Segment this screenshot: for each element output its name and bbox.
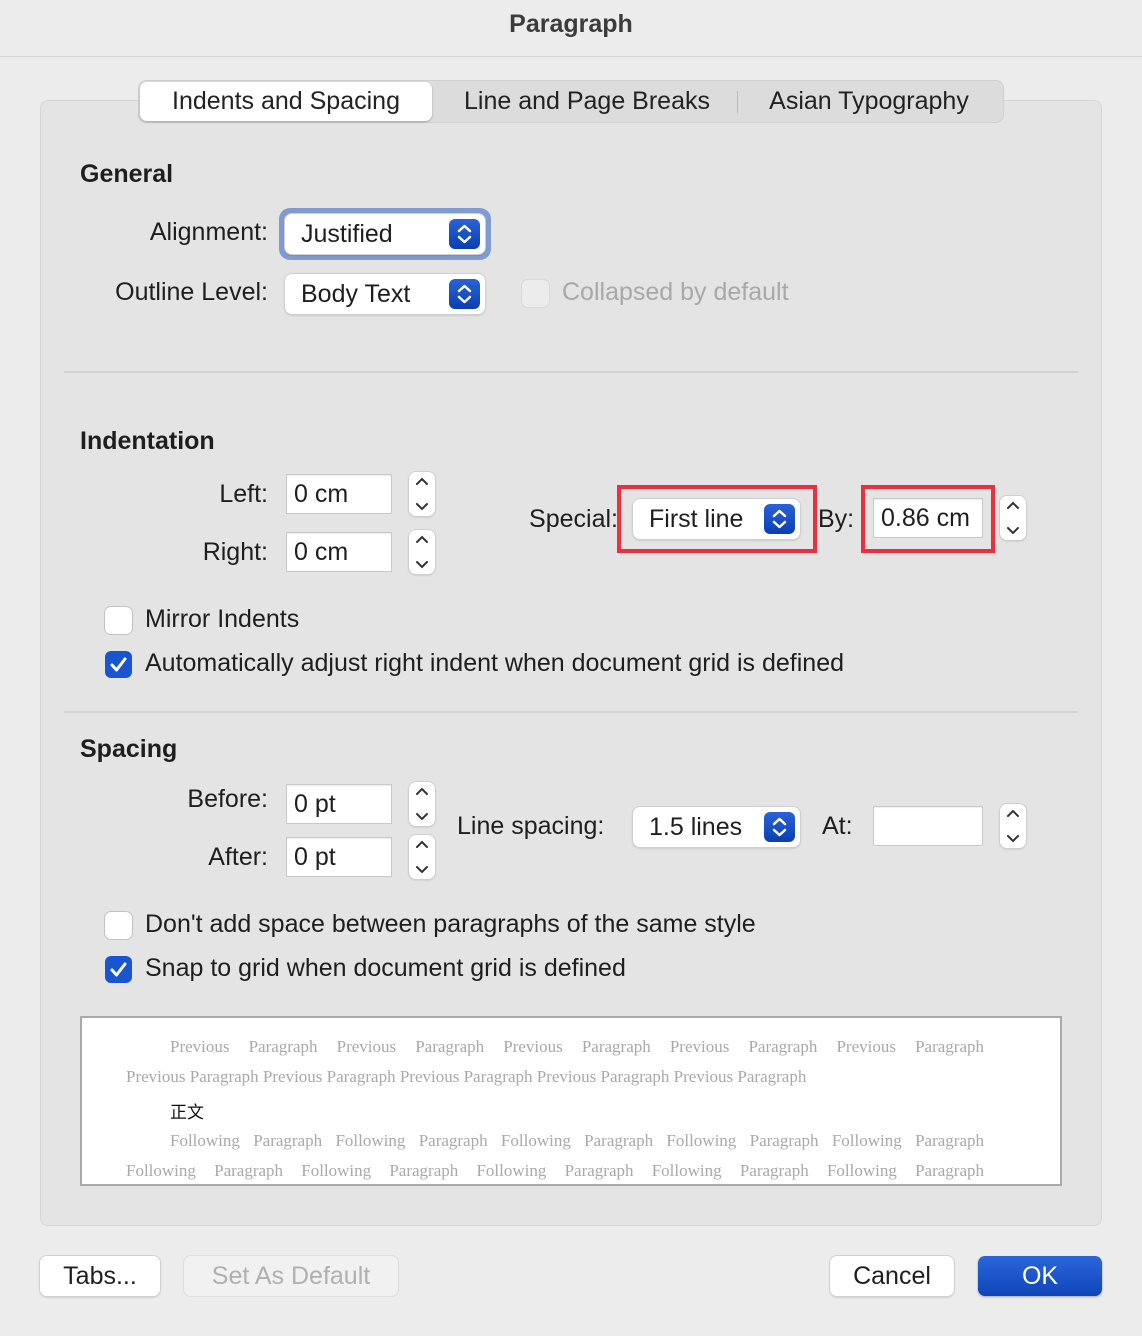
left-indent-stepper[interactable] bbox=[409, 472, 435, 516]
indentation-heading: Indentation bbox=[80, 427, 215, 455]
after-input[interactable]: 0 pt bbox=[286, 837, 392, 877]
preview-previous-line: Previous Paragraph Previous Paragraph Pr… bbox=[126, 1067, 807, 1086]
checkmark-icon bbox=[110, 962, 127, 977]
collapsed-checkbox[interactable] bbox=[522, 280, 549, 307]
at-input[interactable] bbox=[873, 806, 983, 846]
after-label: After: bbox=[208, 843, 268, 871]
at-label: At: bbox=[822, 812, 853, 840]
before-label: Before: bbox=[187, 785, 268, 813]
title-divider bbox=[0, 56, 1142, 57]
mirror-indents-checkbox[interactable] bbox=[105, 607, 132, 634]
general-heading: General bbox=[80, 160, 174, 188]
tab-indents-and-spacing[interactable]: Indents and Spacing bbox=[140, 82, 432, 121]
spacing-heading: Spacing bbox=[80, 735, 178, 763]
outline-level-select[interactable]: Body Text bbox=[285, 274, 485, 314]
alignment-label: Alignment: bbox=[149, 218, 268, 246]
checkmark-icon bbox=[110, 657, 127, 672]
window-title: Paragraph bbox=[509, 10, 633, 38]
outline-level-value: Body Text bbox=[301, 280, 411, 308]
outline-level-label: Outline Level: bbox=[115, 278, 268, 306]
by-label: By: bbox=[818, 505, 855, 533]
tab-line-and-page-breaks[interactable]: Line and Page Breaks bbox=[439, 81, 735, 122]
after-stepper[interactable] bbox=[409, 835, 435, 879]
snap-to-grid-checkbox[interactable] bbox=[105, 956, 132, 983]
paragraph-preview: Previous Paragraph Previous Paragraph Pr… bbox=[80, 1016, 1062, 1186]
dont-add-space-checkbox[interactable] bbox=[105, 912, 132, 939]
right-indent-stepper[interactable] bbox=[409, 530, 435, 574]
snap-to-grid-label: Snap to grid when document grid is defin… bbox=[145, 954, 626, 982]
line-spacing-value: 1.5 lines bbox=[649, 813, 743, 841]
special-select[interactable]: First line bbox=[633, 499, 800, 539]
stepper-arrows-icon bbox=[1007, 501, 1019, 535]
left-indent-label: Left: bbox=[219, 480, 268, 508]
by-stepper[interactable] bbox=[1000, 496, 1026, 540]
tab-bar: Indents and Spacing Line and Page Breaks… bbox=[138, 80, 1004, 123]
chevron-up-down-icon bbox=[449, 279, 480, 309]
stepper-arrows-icon bbox=[416, 535, 428, 569]
preview-following-line: Following Paragraph Following Paragraph … bbox=[126, 1161, 984, 1180]
alignment-select[interactable]: Justified bbox=[285, 214, 485, 254]
preview-previous-line: Previous Paragraph Previous Paragraph Pr… bbox=[170, 1037, 984, 1056]
by-input[interactable]: 0.86 cm bbox=[873, 498, 983, 538]
section-divider bbox=[64, 711, 1078, 713]
chevron-up-down-icon bbox=[764, 812, 795, 842]
set-as-default-button[interactable]: Set As Default bbox=[184, 1256, 398, 1296]
stepper-arrows-icon bbox=[416, 787, 428, 821]
before-stepper[interactable] bbox=[409, 782, 435, 826]
line-spacing-select[interactable]: 1.5 lines bbox=[633, 807, 800, 847]
ok-button[interactable]: OK bbox=[978, 1256, 1102, 1296]
cancel-button[interactable]: Cancel bbox=[830, 1256, 954, 1296]
collapsed-label: Collapsed by default bbox=[562, 278, 789, 306]
tab-asian-typography[interactable]: Asian Typography bbox=[743, 81, 995, 122]
preview-following-line: Following Paragraph Following Paragraph … bbox=[170, 1131, 984, 1150]
chevron-up-down-icon bbox=[449, 219, 480, 249]
stepper-arrows-icon bbox=[1007, 809, 1019, 843]
line-spacing-label: Line spacing: bbox=[457, 812, 605, 840]
tab-divider bbox=[737, 91, 738, 113]
alignment-value: Justified bbox=[301, 220, 393, 248]
dont-add-space-label: Don't add space between paragraphs of th… bbox=[145, 910, 756, 938]
section-divider bbox=[64, 371, 1078, 373]
right-indent-input[interactable]: 0 cm bbox=[286, 532, 392, 572]
special-label: Special: bbox=[529, 505, 618, 533]
tabs-button[interactable]: Tabs... bbox=[40, 1256, 160, 1296]
auto-adjust-label: Automatically adjust right indent when d… bbox=[145, 649, 845, 677]
before-input[interactable]: 0 pt bbox=[286, 784, 392, 824]
right-indent-label: Right: bbox=[202, 538, 268, 566]
special-value: First line bbox=[649, 505, 744, 533]
at-stepper[interactable] bbox=[1000, 804, 1026, 848]
mirror-indents-label: Mirror Indents bbox=[145, 605, 300, 633]
left-indent-input[interactable]: 0 cm bbox=[286, 474, 392, 514]
stepper-arrows-icon bbox=[416, 477, 428, 511]
preview-current-line: 正文 bbox=[170, 1103, 204, 1122]
auto-adjust-checkbox[interactable] bbox=[105, 651, 132, 678]
chevron-up-down-icon bbox=[764, 504, 795, 534]
stepper-arrows-icon bbox=[416, 840, 428, 874]
